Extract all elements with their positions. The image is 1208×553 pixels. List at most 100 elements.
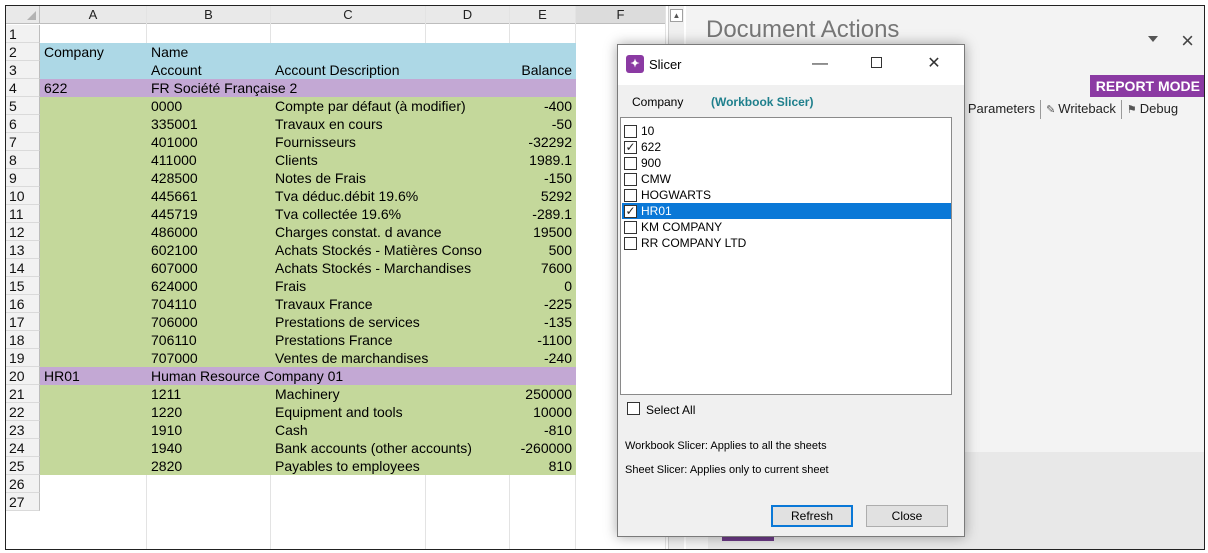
cell-description[interactable]: Travaux en cours [271, 115, 426, 133]
cell-company[interactable] [40, 313, 147, 331]
cell-account[interactable]: Name [147, 43, 271, 61]
cell-company[interactable] [40, 421, 147, 439]
cell-company[interactable] [40, 439, 147, 457]
cell-balance[interactable] [510, 25, 576, 43]
cell-company[interactable] [40, 493, 147, 511]
cell-account[interactable]: 707000 [147, 349, 271, 367]
cell-balance[interactable]: -810 [510, 421, 576, 439]
cell-account[interactable]: 445661 [147, 187, 271, 205]
slicer-list-item[interactable]: RR COMPANY LTD [622, 235, 951, 251]
cell-balance[interactable]: -150 [510, 169, 576, 187]
cell-description[interactable]: Tva collectée 19.6% [271, 205, 426, 223]
cell-balance[interactable]: 10000 [510, 403, 576, 421]
item-checkbox[interactable] [624, 157, 637, 170]
cell-account[interactable]: 0000 [147, 97, 271, 115]
cell-account[interactable]: Human Resource Company 01 [147, 367, 343, 385]
row-number[interactable]: 7 [6, 133, 40, 151]
cell-description[interactable] [271, 493, 426, 511]
cell-balance[interactable]: -135 [510, 313, 576, 331]
cell-company[interactable] [40, 133, 147, 151]
slicer-list-item[interactable]: HOGWARTS [622, 187, 951, 203]
row-number[interactable]: 15 [6, 277, 40, 295]
cell-description[interactable]: Fournisseurs [271, 133, 426, 151]
cell-balance[interactable]: -240 [510, 349, 576, 367]
scroll-up-arrow-icon[interactable]: ▲ [670, 9, 683, 22]
spreadsheet-grid[interactable]: A B C D E F 1 2 Company Name 3 Account Account Descr… [6, 6, 666, 549]
cell-balance[interactable]: -32292 [510, 133, 576, 151]
cell-company[interactable] [40, 169, 147, 187]
row-number[interactable]: 22 [6, 403, 40, 421]
row-number[interactable]: 12 [6, 223, 40, 241]
cell-account[interactable]: 428500 [147, 169, 271, 187]
tab-debug[interactable]: ⚑ Debug [1120, 100, 1183, 119]
slicer-list-item[interactable]: KM COMPANY [622, 219, 951, 235]
cell-company[interactable] [40, 331, 147, 349]
select-all-checkbox[interactable] [627, 402, 640, 415]
cell-balance[interactable]: -1100 [510, 331, 576, 349]
cell-description[interactable]: Tva déduc.débit 19.6% [271, 187, 426, 205]
close-button[interactable]: Close [866, 505, 948, 527]
row-number[interactable]: 9 [6, 169, 40, 187]
slicer-list-item[interactable]: ✓ HR01 [622, 203, 951, 219]
row-number[interactable]: 24 [6, 439, 40, 457]
row-number[interactable]: 1 [6, 25, 40, 43]
item-checkbox[interactable] [624, 237, 637, 250]
tab-writeback[interactable]: ✎ Writeback [1040, 100, 1121, 119]
item-checkbox[interactable]: ✓ [624, 141, 637, 154]
cell-account[interactable]: 411000 [147, 151, 271, 169]
cell-account[interactable]: 602100 [147, 241, 271, 259]
cell-company[interactable]: Company [40, 43, 147, 61]
cell-description[interactable]: Achats Stockés - Matières Conso [271, 241, 482, 259]
slicer-list-item[interactable]: 10 [622, 123, 951, 139]
cell-description[interactable]: Payables to employees [271, 457, 426, 475]
cell-description[interactable]: Account Description [271, 61, 426, 79]
close-window-button[interactable]: ✕ [919, 53, 949, 75]
pane-close-icon[interactable]: × [1181, 28, 1194, 54]
cell-company[interactable] [40, 457, 147, 475]
cell-account[interactable] [147, 475, 271, 493]
cell-company[interactable] [40, 295, 147, 313]
maximize-button[interactable] [861, 53, 891, 75]
row-number[interactable]: 21 [6, 385, 40, 403]
row-number[interactable]: 18 [6, 331, 40, 349]
cell-balance[interactable] [510, 79, 576, 97]
row-number[interactable]: 25 [6, 457, 40, 475]
column-header-f[interactable]: F [576, 6, 666, 24]
cell-company[interactable] [40, 385, 147, 403]
cell-balance[interactable] [510, 43, 576, 61]
minimize-button[interactable]: — [805, 53, 835, 75]
item-checkbox[interactable]: ✓ [624, 205, 637, 218]
cell-description[interactable] [271, 79, 426, 97]
refresh-button[interactable]: Refresh [771, 505, 853, 527]
cell-account[interactable]: 704110 [147, 295, 271, 313]
cell-company[interactable] [40, 151, 147, 169]
cell-description[interactable]: Bank accounts (other accounts) [271, 439, 472, 457]
cell-company[interactable] [40, 403, 147, 421]
item-checkbox[interactable] [624, 189, 637, 202]
cell-balance[interactable] [510, 367, 576, 385]
slicer-list-item[interactable]: CMW [622, 171, 951, 187]
cell-balance[interactable]: 810 [510, 457, 576, 475]
column-header-c[interactable]: C [271, 6, 426, 24]
row-number[interactable]: 4 [6, 79, 40, 97]
cell-balance[interactable]: 5292 [510, 187, 576, 205]
cell-balance[interactable]: 19500 [510, 223, 576, 241]
cell-balance[interactable]: -260000 [510, 439, 576, 457]
cell-account[interactable]: 1910 [147, 421, 271, 439]
cell-account[interactable]: 1940 [147, 439, 271, 457]
cell-description[interactable]: Travaux France [271, 295, 426, 313]
slicer-list-item[interactable]: 900 [622, 155, 951, 171]
item-checkbox[interactable] [624, 125, 637, 138]
column-header-a[interactable]: A [40, 6, 147, 24]
cell-balance[interactable]: 7600 [510, 259, 576, 277]
cell-account[interactable]: 2820 [147, 457, 271, 475]
cell-company[interactable] [40, 97, 147, 115]
cell-balance[interactable]: 1989.1 [510, 151, 576, 169]
cell-account[interactable]: 706110 [147, 331, 271, 349]
cell-account[interactable] [147, 493, 271, 511]
cell-account[interactable]: 624000 [147, 277, 271, 295]
row-number[interactable]: 16 [6, 295, 40, 313]
cell-company[interactable] [40, 223, 147, 241]
column-header-e[interactable]: E [510, 6, 576, 24]
cell-balance[interactable]: 0 [510, 277, 576, 295]
